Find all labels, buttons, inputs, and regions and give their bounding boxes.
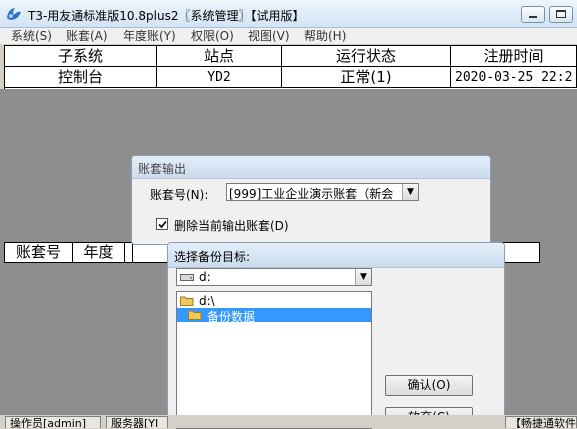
menu-permissions[interactable]: 权限(O) [191, 28, 234, 44]
drive-select-value: d: [199, 270, 211, 284]
menu-view[interactable]: 视图(V) [248, 28, 290, 44]
title-bar: T3-用友通标准版10.8plus2〖系统管理〗【试用版】 [0, 0, 577, 28]
menu-year-account[interactable]: 年度账(Y) [123, 28, 176, 44]
account-select[interactable]: [999]工业企业演示账套（新会 ▼ [226, 183, 419, 201]
menu-bar: 系统(S) 账套(A) 年度账(Y) 权限(O) 视图(V) 帮助(H) [0, 28, 577, 44]
dialog-title-bar[interactable]: 账套输出 [132, 156, 490, 179]
column-header-year[interactable]: 年度 [73, 243, 125, 262]
maximize-icon [556, 10, 566, 18]
drive-icon [180, 274, 194, 281]
backup-target-dialog: 选择备份目标: d: ▼ d:\ 备份数据 确认(O) 放弃(C) [167, 242, 505, 429]
status-operator: 操作员[admin] [5, 416, 101, 428]
drive-select[interactable]: d: ▼ [176, 268, 372, 286]
dialog-title-bar[interactable]: 选择备份目标: [168, 243, 504, 268]
folder-item-selected[interactable]: 备份数据 [177, 308, 371, 324]
column-header-register-time[interactable]: 注册时间 [451, 46, 577, 67]
column-header-blank [125, 243, 133, 262]
menu-help[interactable]: 帮助(H) [304, 28, 346, 44]
open-folder-icon [188, 310, 202, 320]
delete-export-label[interactable]: 删除当前输出账套(D) [174, 217, 289, 234]
folder-list[interactable]: d:\ 备份数据 [176, 291, 372, 429]
delete-export-checkbox[interactable] [156, 218, 168, 230]
open-folder-icon [180, 296, 194, 306]
column-header-status[interactable]: 运行状态 [282, 46, 451, 67]
maximize-button[interactable] [549, 6, 573, 23]
cell-subsystem: 控制台 [5, 67, 157, 88]
app-logo-icon [7, 8, 21, 20]
account-no-label: 账套号(N): [150, 188, 209, 202]
dropdown-arrow-icon[interactable]: ▼ [402, 184, 418, 200]
confirm-button[interactable]: 确认(O) [385, 375, 473, 396]
checkmark-icon [158, 220, 167, 229]
column-header-subsystem[interactable]: 子系统 [5, 46, 157, 67]
account-select-value: [999]工业企业演示账套（新会 [229, 187, 394, 201]
minimize-icon [529, 16, 537, 18]
status-vendor: 【畅捷通软件 [505, 416, 577, 428]
minimize-button[interactable] [521, 6, 545, 23]
column-header-account-no[interactable]: 账套号 [5, 243, 73, 262]
cell-status: 正常(1) [282, 67, 451, 88]
folder-item-label: 备份数据 [207, 310, 256, 324]
menu-account-set[interactable]: 账套(A) [66, 28, 108, 44]
dropdown-arrow-icon[interactable]: ▼ [355, 269, 371, 285]
account-export-dialog: 账套输出 账套号(N): [999]工业企业演示账套（新会 ▼ 删除当前输出账套… [131, 155, 491, 245]
menu-system[interactable]: 系统(S) [11, 28, 52, 44]
folder-item-label: d:\ [199, 294, 215, 308]
column-header-site[interactable]: 站点 [157, 46, 282, 67]
cell-register-time: 2020-03-25 22:2 [451, 67, 577, 88]
dialog-title: 选择备份目标: [174, 250, 251, 264]
window-title: T3-用友通标准版10.8plus2〖系统管理〗【试用版】 [28, 9, 305, 23]
status-server: 服务器[YI [106, 416, 168, 428]
status-bar: 操作员[admin] 服务器[YI 【畅捷通软件 [0, 415, 577, 428]
table-header: 子系统 站点 运行状态 注册时间 [5, 46, 577, 67]
subsystem-table: 子系统 站点 运行状态 注册时间 控制台 YD2 正常(1) 2020-03-2… [4, 45, 577, 89]
cell-site: YD2 [157, 67, 282, 88]
table-row[interactable]: 控制台 YD2 正常(1) 2020-03-25 22:2 [5, 67, 577, 88]
folder-item-root[interactable]: d:\ [177, 294, 371, 308]
dialog-title: 账套输出 [138, 162, 187, 176]
